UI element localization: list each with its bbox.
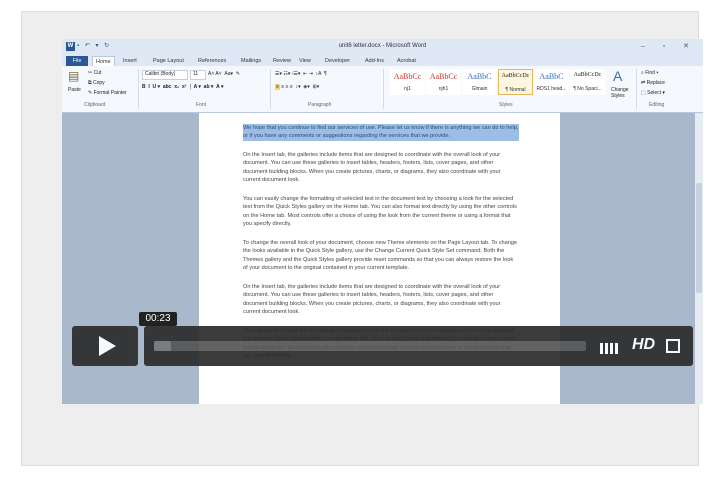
document-paragraph[interactable]: On the Insert tab, the galleries include… bbox=[243, 151, 519, 185]
select-button[interactable]: ⬚ Select ▾ bbox=[641, 90, 665, 96]
style-name: njh1 bbox=[438, 86, 449, 92]
control-bar: HD bbox=[144, 326, 693, 366]
volume-icon[interactable] bbox=[600, 341, 624, 354]
ribbon-tab-acrobat[interactable]: Acrobat bbox=[394, 56, 419, 66]
word-title-bar: W ▪ ↶ ▾ ↻ unit6 letter.docx - Microsoft … bbox=[62, 39, 703, 55]
copy-button[interactable]: ⧉ Copy bbox=[88, 80, 105, 86]
change-styles-button[interactable]: Change Styles bbox=[611, 87, 633, 99]
style-sample: AaBbCcDc bbox=[573, 72, 602, 78]
current-time: 00:23 bbox=[139, 312, 177, 326]
document-paragraph[interactable]: You can easily change the formatting of … bbox=[243, 195, 519, 229]
style-item[interactable]: AaBbCc njh1 bbox=[426, 69, 461, 95]
document-paragraph[interactable]: To change the overall look of your docum… bbox=[243, 239, 519, 273]
ribbon-tab-developer[interactable]: Developer bbox=[322, 56, 353, 66]
progress-track[interactable] bbox=[154, 341, 586, 351]
styles-group-label: Styles bbox=[499, 102, 513, 108]
separator bbox=[270, 69, 271, 109]
ribbon-tab-page-layout[interactable]: Page Layout bbox=[150, 56, 187, 66]
separator bbox=[138, 69, 139, 109]
style-name: RDS1 head... bbox=[536, 86, 567, 92]
style-item[interactable]: AaBbC Glmain bbox=[462, 69, 497, 95]
hd-button[interactable]: HD bbox=[632, 336, 655, 354]
ribbon-tab-mailings[interactable]: Mailings bbox=[238, 56, 264, 66]
ribbon-tab-add-ins[interactable]: Add-Ins bbox=[362, 56, 387, 66]
ribbon-tab-review[interactable]: Review bbox=[270, 56, 294, 66]
style-item[interactable]: AaBbCcDc ¶ Normal bbox=[498, 69, 533, 95]
selected-paragraph[interactable]: We hope that you continue to find our se… bbox=[243, 124, 519, 141]
style-sample: AaBbCcDc bbox=[501, 73, 530, 79]
progress-fill bbox=[154, 341, 172, 351]
ribbon-tab-file[interactable]: File bbox=[66, 56, 88, 66]
style-item[interactable]: AaBbCcDc ¶ No Spaci... bbox=[570, 69, 605, 95]
editing-group-label: Editing bbox=[649, 102, 665, 108]
format-painter-button[interactable]: ✎ Format Painter bbox=[88, 90, 127, 96]
play-icon bbox=[99, 336, 116, 356]
style-name: ¶ No Spaci... bbox=[573, 86, 602, 92]
separator bbox=[636, 69, 637, 109]
paragraph-group-label: Paragraph bbox=[308, 102, 332, 108]
style-item[interactable]: AaBbCc nj1 bbox=[390, 69, 425, 95]
clipboard-group-label: Clipboard bbox=[84, 102, 106, 108]
ribbon: ▤ Paste ✂ Cut ⧉ Copy ✎ Format Painter Cl… bbox=[62, 66, 703, 113]
paste-icon[interactable]: ▤ bbox=[68, 69, 79, 83]
font-group-label: Font bbox=[196, 102, 207, 108]
style-name: Glmain bbox=[471, 86, 488, 92]
style-sample: AaBbC bbox=[539, 72, 564, 81]
ribbon-tab-insert[interactable]: Insert bbox=[120, 56, 140, 66]
style-sample: AaBbCc bbox=[429, 72, 458, 81]
paste-button[interactable]: Paste bbox=[68, 87, 81, 93]
list-buttons[interactable]: ☰▾ ☷▾ ⁝☰▾ ⇤ ⇥ ↕A ¶ bbox=[275, 71, 327, 77]
cut-button[interactable]: ✂ Cut bbox=[88, 70, 101, 76]
ribbon-tab-references[interactable]: References bbox=[195, 56, 229, 66]
video-embed-container: W ▪ ↶ ▾ ↻ unit6 letter.docx - Microsoft … bbox=[21, 11, 703, 466]
font-size-buttons[interactable]: A˄ A˅ Aa▾ ✎ bbox=[208, 71, 240, 77]
ribbon-tabs: File Home Insert Page Layout References Maili… bbox=[62, 55, 703, 67]
font-size-select[interactable]: 11 bbox=[190, 70, 206, 80]
separator bbox=[383, 69, 384, 109]
style-item[interactable]: AaBbC RDS1 head... bbox=[534, 69, 569, 95]
vertical-scrollbar[interactable] bbox=[695, 113, 703, 404]
video-player[interactable]: W ▪ ↶ ▾ ↻ unit6 letter.docx - Microsoft … bbox=[62, 39, 703, 404]
fullscreen-icon[interactable] bbox=[666, 339, 680, 353]
document-paragraph[interactable]: On the Insert tab, the galleries include… bbox=[243, 283, 519, 317]
play-button[interactable] bbox=[72, 326, 138, 366]
style-name: ¶ Normal bbox=[505, 87, 526, 93]
change-styles-icon: A bbox=[613, 68, 623, 84]
find-button[interactable]: ⌕ Find ▾ bbox=[641, 70, 658, 76]
style-sample: AaBbC bbox=[467, 72, 492, 81]
font-name-select[interactable]: Calibri (Body) bbox=[142, 70, 188, 80]
style-sample: AaBbCc bbox=[393, 72, 422, 81]
alignment-buttons[interactable]: ≡ ≡ ≡ ≡ ↕▾ ◈▾ ⊞▾ bbox=[275, 84, 319, 90]
window-title: unit6 letter.docx - Microsoft Word bbox=[338, 43, 427, 49]
replace-button[interactable]: ⇄ Replace bbox=[641, 80, 665, 86]
window-controls: – ▫ ✕ bbox=[640, 43, 697, 50]
scrollbar-thumb[interactable] bbox=[696, 183, 702, 293]
ribbon-tab-view[interactable]: View bbox=[296, 56, 314, 66]
font-format-buttons[interactable]: B I U ▾ abc x₂ x² │ A ▾ ab ▾ A ▾ bbox=[142, 84, 224, 90]
style-name: nj1 bbox=[404, 86, 411, 92]
